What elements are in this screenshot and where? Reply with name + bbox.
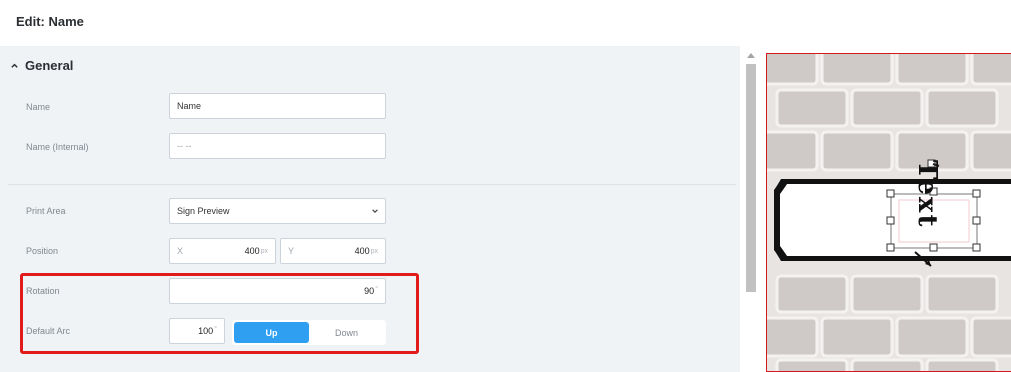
- print-area-select[interactable]: Sign Preview: [169, 198, 386, 224]
- sign-preview-canvas[interactable]: Text: [766, 53, 1011, 372]
- name-label: Name: [26, 102, 51, 112]
- position-y-prefix: Y: [288, 246, 295, 256]
- chevron-down-icon: [372, 209, 378, 214]
- position-y-input[interactable]: Y 400 px: [280, 238, 386, 264]
- panel-scrollbar[interactable]: [744, 52, 758, 372]
- brick-wall-background: [767, 54, 1011, 371]
- position-label: Position: [26, 246, 59, 256]
- section-toggle-general[interactable]: General: [10, 58, 73, 73]
- highlight-box: [20, 273, 419, 354]
- preview-glyph-x: x: [912, 196, 942, 215]
- position-x-input[interactable]: X 400 px: [169, 238, 276, 264]
- position-y-value: 400: [354, 246, 370, 256]
- section-divider: [8, 184, 736, 185]
- name-internal-value: -- --: [177, 141, 192, 151]
- position-x-prefix: X: [177, 246, 184, 256]
- chevron-up-icon: [11, 63, 18, 68]
- rotate-handle-arrow-icon[interactable]: [907, 248, 947, 272]
- preview-rotated-text[interactable]: Text: [912, 160, 942, 228]
- preview-glyph-t: T: [912, 160, 942, 179]
- section-title: General: [25, 58, 74, 73]
- position-x-unit: px: [260, 247, 268, 255]
- scrollbar-thumb[interactable]: [746, 64, 756, 292]
- name-input-value: Name: [177, 101, 202, 111]
- name-input[interactable]: Name: [169, 93, 386, 119]
- editor-header: Edit: Name: [0, 0, 1011, 46]
- print-area-value: Sign Preview: [177, 206, 230, 216]
- name-internal-input[interactable]: -- --: [169, 133, 386, 159]
- preview-glyph-t2: t: [912, 214, 942, 229]
- scroll-up-arrow-icon[interactable]: [747, 53, 755, 58]
- print-area-label: Print Area: [26, 206, 66, 216]
- position-x-value: 400: [244, 246, 260, 256]
- name-internal-label: Name (Internal): [26, 142, 89, 152]
- page-title: Edit: Name: [16, 14, 84, 29]
- preview-glyph-e: e: [912, 178, 942, 197]
- position-y-unit: px: [370, 247, 378, 255]
